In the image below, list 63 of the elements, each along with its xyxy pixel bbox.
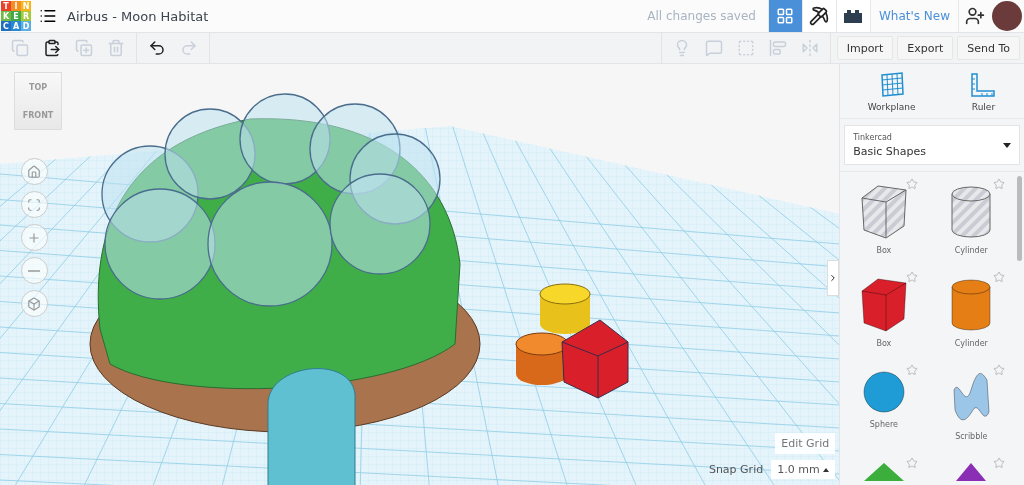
action-button[interactable]: Send To (957, 36, 1020, 60)
pickaxe-icon (809, 6, 830, 26)
snap-grid-label: Snap Grid (708, 463, 764, 476)
sidebar-tool[interactable]: Ruler (970, 72, 997, 112)
caret-icon (1003, 142, 1011, 148)
shape-tile[interactable]: Box (840, 172, 928, 265)
list-icon[interactable] (39, 7, 57, 25)
star-icon[interactable] (993, 364, 1005, 376)
logo[interactable]: T I N K E R C A D (1, 1, 31, 31)
edit-grid-button[interactable]: Edit Grid (775, 433, 836, 454)
star-icon[interactable] (905, 271, 918, 283)
add-user-icon (964, 6, 985, 26)
library-dropdown[interactable]: Tinkercad Basic Shapes (844, 125, 1020, 165)
library-category: Basic Shapes (853, 144, 926, 158)
action-button[interactable]: Import (836, 36, 894, 60)
scrollbar-thumb[interactable] (1017, 176, 1022, 261)
brick-icon (843, 9, 864, 23)
save-status: All changes saved (647, 9, 756, 23)
design-title[interactable]: Airbus - Moon Habitat (67, 8, 209, 24)
nav-button[interactable] (20, 290, 48, 317)
shape-tile[interactable]: Sphere (840, 358, 928, 451)
trash-icon (107, 39, 125, 57)
grid-icon (776, 7, 795, 25)
nav-button[interactable] (20, 191, 48, 218)
panel-toggle[interactable] (827, 260, 840, 296)
shape-tile[interactable]: Cylinder (927, 265, 1015, 358)
action-button[interactable]: Export (897, 36, 954, 60)
fit-view-icon (27, 197, 41, 212)
view-button[interactable] (835, 0, 870, 32)
star-icon[interactable] (905, 364, 918, 376)
undo-icon (148, 39, 166, 57)
shape-icon (704, 39, 723, 57)
library-source: Tinkercad (853, 132, 892, 142)
star-icon[interactable] (993, 271, 1005, 283)
snap-grid-select[interactable]: 1.0 mm (771, 460, 836, 479)
nav-button[interactable] (20, 224, 48, 251)
view-button[interactable] (801, 0, 836, 32)
whats-new-link[interactable]: What's New (869, 0, 958, 32)
nav-button[interactable] (20, 257, 48, 284)
zoom-in-icon (27, 230, 41, 245)
star-icon[interactable] (993, 178, 1005, 190)
zoom-out-icon (28, 269, 40, 272)
align-icon (768, 39, 787, 57)
home-icon (27, 164, 41, 179)
star-icon[interactable] (905, 178, 918, 190)
sidebar-tool[interactable]: Workplane (867, 72, 916, 112)
workplane-icon (878, 72, 905, 98)
paste-icon (43, 39, 61, 57)
avatar[interactable] (992, 1, 1022, 31)
star-icon[interactable] (993, 457, 1005, 469)
redo-icon (180, 39, 198, 57)
shapes-icon (736, 39, 755, 57)
nav-button[interactable] (20, 158, 48, 185)
mirror-icon (800, 39, 819, 57)
duplicate-icon (75, 39, 93, 57)
ruler-icon (970, 72, 997, 98)
shape-tile[interactable]: Scribble (927, 358, 1015, 451)
shape-tile[interactable]: Box (840, 265, 928, 358)
shape-tile[interactable]: Cylinder (927, 172, 1015, 265)
copy-icon (11, 39, 29, 57)
cube-icon (27, 296, 41, 311)
star-icon[interactable] (905, 457, 918, 469)
caret-icon (823, 467, 830, 472)
